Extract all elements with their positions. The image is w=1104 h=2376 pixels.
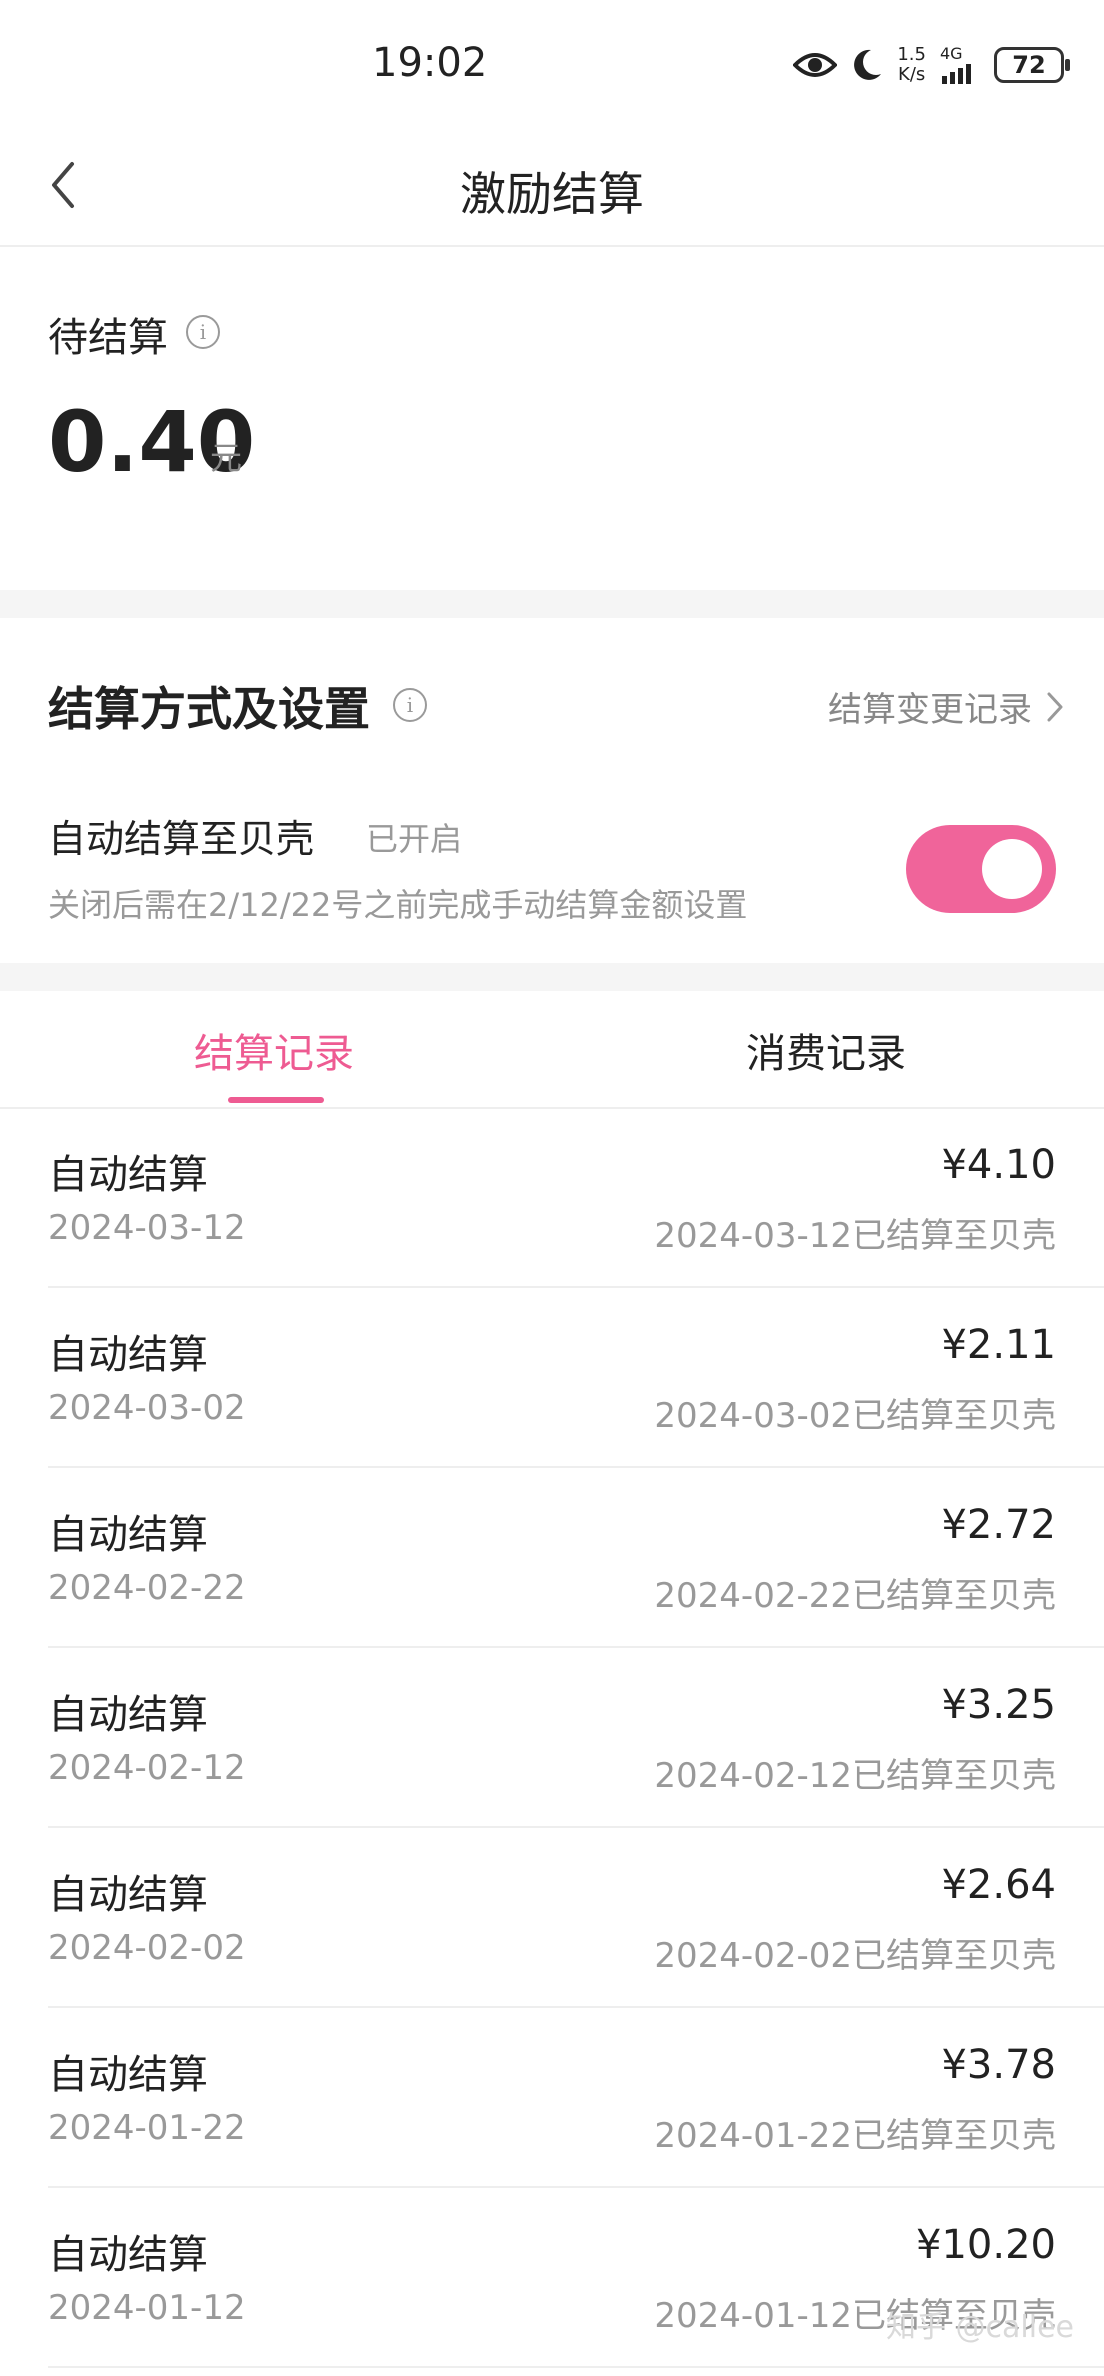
auto-settle-label: 自动结算至贝壳 [48,817,315,861]
network-type: 4G [940,44,963,63]
amount-unit: 元 [210,439,243,477]
settings-section: 结算方式及设置 i 结算变更记录 自动结算至贝壳 已开启 关闭后需在2/12/2… [0,618,1104,963]
list-item[interactable]: 自动结算 2024-01-22 ¥3.78 2024-01-22已结算至贝壳 [0,2008,1104,2188]
status-bar: 19:02 1.5 K/s 4G 72 [0,0,1104,130]
record-title: 自动结算 [48,2232,208,2278]
record-date: 2024-01-12 [48,2288,246,2328]
network-speed: 1.5 K/s [897,44,926,85]
record-title: 自动结算 [48,1512,208,1558]
list-item[interactable]: 自动结算 2024-03-02 ¥2.11 2024-03-02已结算至贝壳 [0,1288,1104,1468]
record-amount: ¥3.78 [941,2042,1056,2088]
record-note: 2024-02-02已结算至贝壳 [654,1936,1056,1976]
record-note: 2024-03-12已结算至贝壳 [654,1216,1056,1256]
eye-icon [793,50,838,80]
info-icon[interactable]: i [186,315,220,349]
toggle-knob [982,839,1042,899]
record-title: 自动结算 [48,1872,208,1918]
auto-settle-description: 关闭后需在2/12/22号之前完成手动结算金额设置 [48,886,748,924]
record-date: 2024-03-02 [48,1388,246,1428]
pending-section: 待结算 i 0.40 元 [0,245,1104,590]
record-amount: ¥2.64 [941,1862,1056,1908]
chevron-right-icon [1047,692,1063,721]
status-time: 19:02 [372,40,488,86]
info-icon[interactable]: i [393,688,427,722]
status-icons: 1.5 K/s 4G 72 [793,40,1070,90]
signal-icon: 4G [940,46,980,84]
record-note: 2024-01-22已结算至贝壳 [654,2116,1056,2156]
section-divider [0,963,1104,991]
tab-consumption-records[interactable]: 消费记录 [746,1021,906,1079]
record-date: 2024-02-22 [48,1568,246,1608]
record-date: 2024-03-12 [48,1208,246,1248]
record-amount: ¥10.20 [916,2222,1056,2268]
watermark: 知乎 @callee [886,2310,1074,2345]
record-title: 自动结算 [48,2052,208,2098]
record-note: 2024-02-12已结算至贝壳 [654,1756,1056,1796]
record-note: 2024-02-22已结算至贝壳 [654,1576,1056,1616]
auto-settle-status: 已开启 [366,820,463,858]
record-amount: ¥4.10 [941,1142,1056,1188]
list-item[interactable]: 自动结算 2024-03-12 ¥4.10 2024-03-12已结算至贝壳 [0,1108,1104,1288]
record-title: 自动结算 [48,1332,208,1378]
auto-settle-toggle[interactable] [906,825,1056,913]
list-item[interactable]: 自动结算 2024-02-12 ¥3.25 2024-02-12已结算至贝壳 [0,1648,1104,1828]
active-tab-indicator [228,1097,324,1103]
records-list: 自动结算 2024-03-12 ¥4.10 2024-03-12已结算至贝壳 自… [0,1108,1104,2368]
record-amount: ¥3.25 [941,1682,1056,1728]
tab-bar: 结算记录 消费记录 [0,991,1104,1109]
record-note: 2024-03-02已结算至贝壳 [654,1396,1056,1436]
change-log-link[interactable]: 结算变更记录 [828,682,1064,731]
record-title: 自动结算 [48,1692,208,1738]
list-item[interactable]: 自动结算 2024-02-22 ¥2.72 2024-02-22已结算至贝壳 [0,1468,1104,1648]
list-item[interactable]: 自动结算 2024-02-02 ¥2.64 2024-02-02已结算至贝壳 [0,1828,1104,2008]
settings-title: 结算方式及设置 [48,682,370,736]
battery-icon: 72 [994,47,1070,83]
record-date: 2024-01-22 [48,2108,246,2148]
change-log-label: 结算变更记录 [828,690,1032,730]
record-amount: ¥2.11 [941,1322,1056,1368]
record-date: 2024-02-02 [48,1928,246,1968]
record-title: 自动结算 [48,1152,208,1198]
tab-settlement-records[interactable]: 结算记录 [194,1021,354,1079]
pending-label: 待结算 [48,315,168,361]
section-divider [0,590,1104,618]
record-amount: ¥2.72 [941,1502,1056,1548]
record-date: 2024-02-12 [48,1748,246,1788]
moon-icon [851,48,883,82]
page-title: 激励结算 [460,167,644,221]
nav-bar: 激励结算 [0,130,1104,247]
